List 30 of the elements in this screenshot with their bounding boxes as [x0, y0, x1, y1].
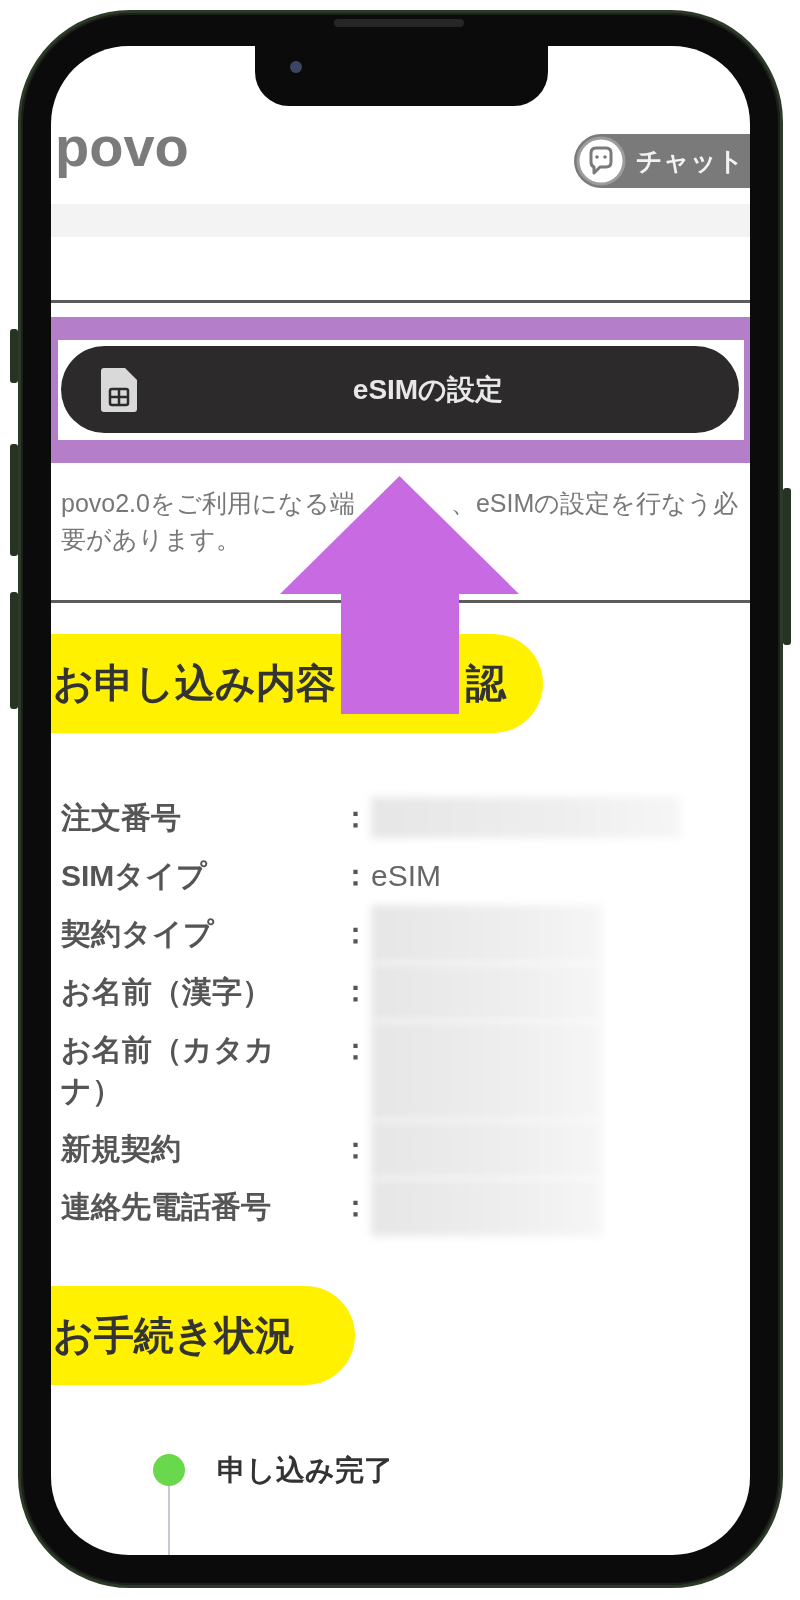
field-label: お名前（カタカナ） — [61, 1032, 276, 1109]
field-label: お名前（漢字） — [61, 974, 273, 1010]
sim-card-icon — [99, 365, 139, 414]
colon-separator: ： — [341, 1131, 371, 1166]
step-label: 申し込み完了 — [217, 1454, 393, 1486]
colon-separator: ： — [341, 1189, 371, 1224]
speaker-grille-icon — [334, 19, 464, 27]
description-text: povo2.0をご利用になる端 — [61, 488, 355, 519]
field-label: 注文番号 — [61, 800, 182, 836]
colon-separator: ： — [341, 800, 371, 835]
field-label: SIMタイプ — [61, 858, 209, 894]
field-label: 連絡先電話番号 — [61, 1189, 272, 1225]
section-heading: お手続き状況 — [51, 1286, 355, 1385]
colon-separator: ： — [341, 858, 371, 893]
description-text: 要があります。 — [61, 524, 241, 555]
logo: povo — [54, 116, 189, 178]
camera-lens-icon — [290, 61, 302, 73]
chat-bubble-icon — [576, 136, 626, 186]
field-label: 新規契約 — [61, 1131, 182, 1167]
colon-separator: ： — [341, 974, 371, 1009]
timeline-line — [168, 1486, 170, 1555]
field-value: eSIM — [371, 858, 442, 894]
section-heading: お申し込み内容 — [53, 660, 336, 707]
colon-separator: ： — [341, 916, 371, 951]
field-label: 契約タイプ — [61, 916, 216, 952]
colon-separator: ： — [341, 1032, 371, 1067]
section-heading: 認 — [466, 660, 506, 707]
chat-button[interactable]: チャット — [574, 134, 750, 188]
description-text: 、eSIMの設定を行なう必 — [450, 488, 739, 519]
esim-settings-button[interactable]: eSIMの設定 — [61, 346, 739, 433]
